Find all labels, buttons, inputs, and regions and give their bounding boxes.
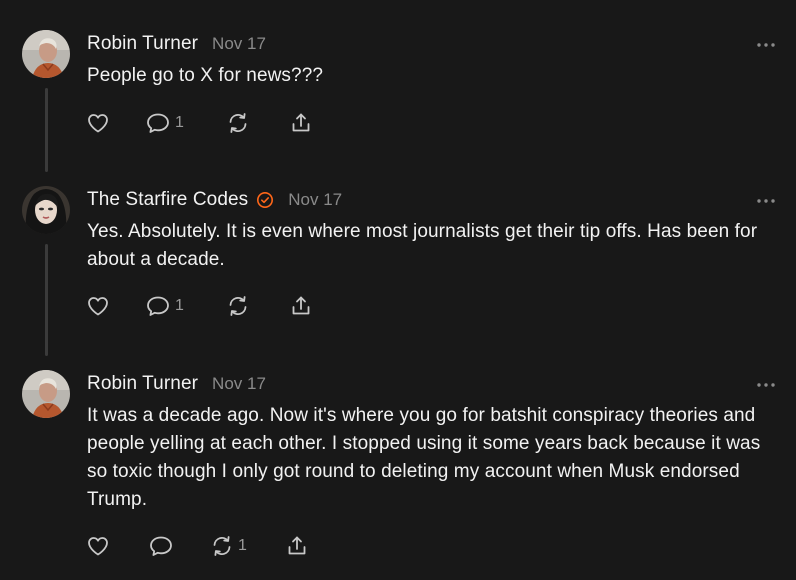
comment-bubble-icon xyxy=(145,111,171,135)
restack-button[interactable]: 1 xyxy=(210,532,247,560)
restack-arrows-icon xyxy=(210,534,234,558)
share-upload-icon xyxy=(289,111,313,135)
share-upload-icon xyxy=(289,294,313,318)
heart-icon xyxy=(86,111,110,135)
restack-arrows-icon xyxy=(226,294,250,318)
avatar[interactable] xyxy=(22,30,70,78)
like-button[interactable] xyxy=(86,109,110,137)
comment-date[interactable]: Nov 17 xyxy=(288,190,342,210)
share-button[interactable] xyxy=(289,109,313,137)
comment-header: Robin Turner Nov 17 xyxy=(87,370,266,398)
author-name[interactable]: Robin Turner xyxy=(87,373,198,395)
comment-header: The Starfire Codes Nov 17 xyxy=(87,186,342,214)
avatar[interactable] xyxy=(22,186,70,234)
comment-text: Yes. Absolutely. It is even where most j… xyxy=(87,221,758,270)
ellipsis-icon[interactable] xyxy=(756,38,776,50)
comment-date[interactable]: Nov 17 xyxy=(212,34,266,54)
comment-bubble-icon xyxy=(145,294,171,318)
verified-badge-icon xyxy=(256,191,274,209)
reply-button[interactable]: 1 xyxy=(145,292,184,320)
thread-line xyxy=(45,88,48,172)
comment-text: It was a decade ago. Now it's where you … xyxy=(87,405,761,510)
restack-button[interactable] xyxy=(226,292,250,320)
heart-icon xyxy=(86,294,110,318)
ellipsis-icon[interactable] xyxy=(756,194,776,206)
heart-icon xyxy=(86,534,110,558)
comment-date[interactable]: Nov 17 xyxy=(212,374,266,394)
reply-button[interactable]: 1 xyxy=(145,109,184,137)
author-name[interactable]: The Starfire Codes xyxy=(87,189,248,211)
like-button[interactable] xyxy=(86,532,110,560)
restack-count: 1 xyxy=(238,537,247,554)
comment-thread: Robin Turner Nov 17 People go to X for n… xyxy=(0,0,796,580)
avatar[interactable] xyxy=(22,370,70,418)
thread-line xyxy=(45,244,48,356)
reply-count: 1 xyxy=(175,114,184,131)
like-button[interactable] xyxy=(86,292,110,320)
restack-button[interactable] xyxy=(226,109,250,137)
comment-robin-turner-1: Robin Turner Nov 17 People go to X for n… xyxy=(0,0,796,172)
ellipsis-icon[interactable] xyxy=(756,378,776,390)
author-name[interactable]: Robin Turner xyxy=(87,33,198,55)
comment-bubble-icon xyxy=(148,534,174,558)
comment-the-starfire-codes: The Starfire Codes Nov 17 Yes. Absolutel… xyxy=(0,170,796,356)
comment-robin-turner-2: Robin Turner Nov 17 It was a decade ago.… xyxy=(0,354,796,580)
comment-text: People go to X for news??? xyxy=(87,65,324,86)
share-button[interactable] xyxy=(289,292,313,320)
share-upload-icon xyxy=(285,534,309,558)
share-button[interactable] xyxy=(285,532,309,560)
restack-arrows-icon xyxy=(226,111,250,135)
reply-count: 1 xyxy=(175,297,184,314)
comment-header: Robin Turner Nov 17 xyxy=(87,30,266,58)
reply-button[interactable] xyxy=(148,532,174,560)
